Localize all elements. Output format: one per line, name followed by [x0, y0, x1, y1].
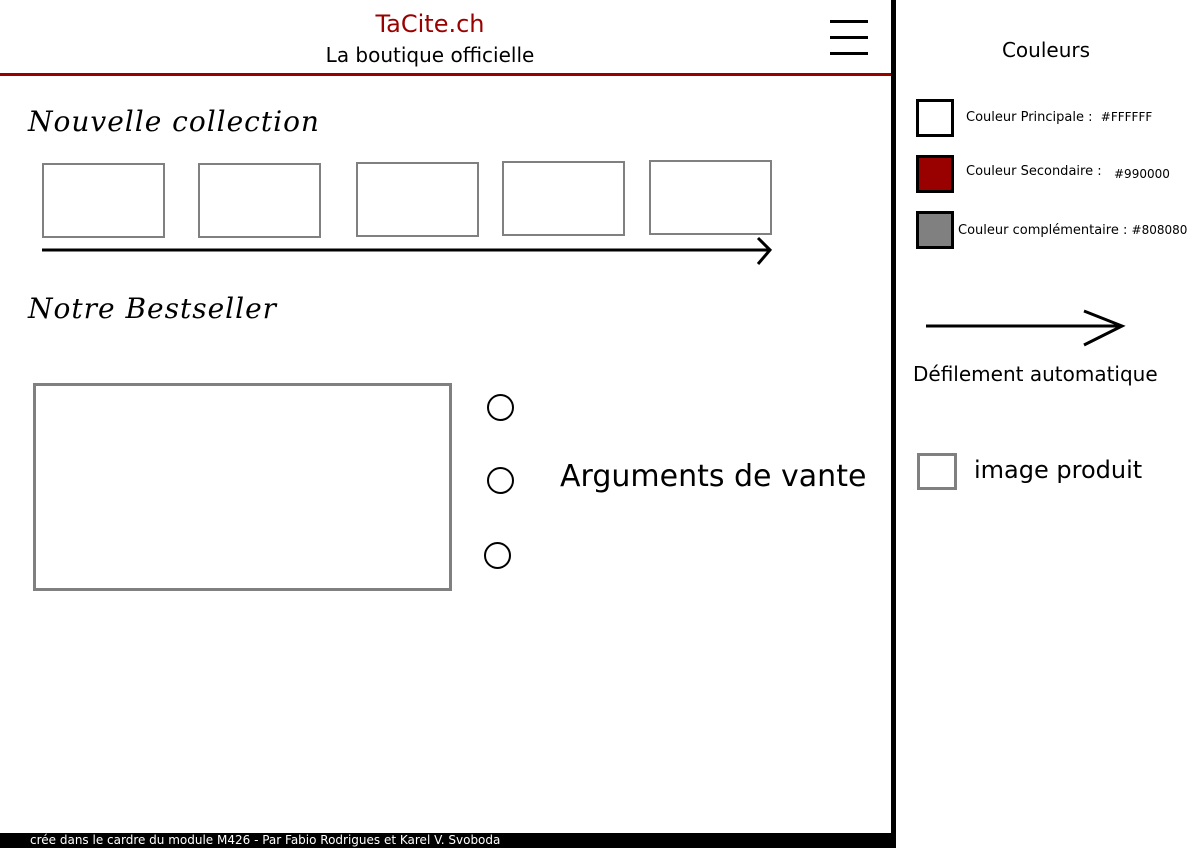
product-image-swatch — [917, 453, 957, 490]
vertical-divider — [891, 0, 896, 848]
argument-bullet — [484, 542, 511, 569]
brand-tagline: La boutique officielle — [325, 43, 535, 67]
collection-item[interactable] — [649, 160, 772, 235]
header-divider — [0, 73, 891, 76]
bestseller-title: Notre Bestseller — [28, 292, 278, 325]
argument-bullet — [487, 467, 514, 494]
carousel-arrow-icon — [42, 236, 773, 265]
footer-credit: crée dans le cardre du module M426 - Par… — [30, 833, 501, 847]
new-collection-title: Nouvelle collection — [28, 105, 320, 138]
bestseller-image[interactable] — [33, 383, 452, 591]
hamburger-menu-icon[interactable] — [830, 20, 870, 58]
legend-color-label: Couleur Secondaire : #990000 — [966, 164, 1170, 181]
auto-scroll-arrow-icon — [926, 309, 1126, 347]
product-image-label: image produit — [974, 456, 1143, 484]
collection-item[interactable] — [198, 163, 321, 238]
argument-bullet — [487, 394, 514, 421]
collection-item[interactable] — [356, 162, 479, 237]
color-swatch-secondary — [916, 155, 954, 193]
brand-name[interactable]: TaCite.ch — [0, 8, 860, 40]
collection-item[interactable] — [42, 163, 165, 238]
legend-color-label: Couleur complémentaire : #808080 — [958, 223, 1187, 238]
color-swatch-complementary — [916, 211, 954, 249]
legend-color-label: Couleur Principale : #FFFFFF — [966, 110, 1153, 125]
auto-scroll-label: Défilement automatique — [913, 362, 1158, 386]
collection-item[interactable] — [502, 161, 625, 236]
legend-title: Couleurs — [1001, 38, 1091, 62]
color-swatch-primary — [916, 99, 954, 137]
sales-arguments-text: Arguments de vante — [560, 459, 867, 494]
